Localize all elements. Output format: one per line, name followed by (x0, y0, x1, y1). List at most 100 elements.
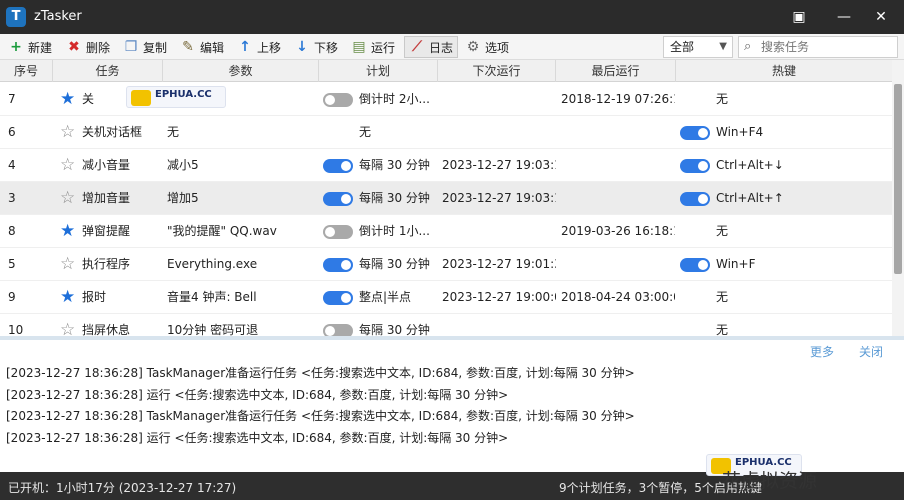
arrow-down-icon: ↓ (296, 39, 308, 55)
column-header-next-run[interactable]: 下次运行 (438, 60, 556, 82)
task-id-cell: 8 (8, 224, 16, 238)
column-header-last-run[interactable]: 最后运行 (556, 60, 676, 82)
copy-button[interactable]: ❐ 复制 (123, 36, 167, 58)
hotkey-cell: 无 (716, 92, 729, 106)
star-icon[interactable]: ★ (60, 91, 75, 108)
vertical-scrollbar[interactable] (892, 60, 904, 336)
plan-cell: 每隔 30 分钟 (359, 158, 430, 172)
plan-toggle[interactable] (323, 192, 353, 206)
star-icon[interactable]: ☆ (60, 256, 75, 273)
new-button[interactable]: + 新建 (8, 36, 52, 58)
column-header-hotkey[interactable]: 热键 (676, 60, 892, 82)
delete-label: 删除 (86, 40, 111, 55)
options-label: 选项 (485, 40, 510, 55)
task-param-cell: 10分钟 密码可退 (167, 323, 259, 336)
edit-button[interactable]: ✎ 编辑 (180, 36, 224, 58)
table-row[interactable]: 8 ★ 弹窗提醒 "我的提醒" QQ.wav 倒计时 1小... 2019-03-26 1… (0, 215, 892, 248)
hotkey-toggle[interactable] (680, 192, 710, 206)
last-run-cell: 2019-03-26 16:18:11 (561, 224, 675, 238)
options-button[interactable]: ⚙ 选项 (465, 36, 509, 58)
plan-toggle[interactable] (323, 291, 353, 305)
column-header-plan[interactable]: 计划 (319, 60, 438, 82)
delete-icon: ✖ (68, 39, 80, 55)
table-row[interactable]: 10 ☆ 挡屏休息 10分钟 密码可退 每隔 30 分钟 无 (0, 314, 892, 336)
task-id-cell: 7 (8, 92, 16, 106)
copy-label: 复制 (143, 40, 168, 55)
copy-icon: ❐ (124, 39, 138, 55)
plan-cell: 每隔 30 分钟 (359, 191, 430, 205)
last-run-cell: 2018-04-24 03:00:00 (561, 290, 675, 304)
table-row[interactable]: 9 ★ 报时 音量4 钟声: Bell 整点|半点 2023-12-27 19:00:00… (0, 281, 892, 314)
minimize-icon[interactable]: — (831, 5, 857, 29)
task-param-cell: "我的提醒" QQ.wav (167, 224, 277, 238)
last-run-cell (561, 149, 675, 182)
column-header-param[interactable]: 参数 (163, 60, 319, 82)
table-row[interactable]: 4 ☆ 减小音量 减小5 每隔 30 分钟 2023-12-27 19:03:19 Ctrl… (0, 149, 892, 182)
task-param-cell: 音量4 钟声: Bell (167, 290, 257, 304)
plan-toggle[interactable] (323, 225, 353, 239)
plan-cell: 每隔 30 分钟 (359, 257, 430, 271)
hotkey-toggle[interactable] (680, 126, 710, 140)
watermark-footer-text: 花虚拟资源 (722, 470, 818, 492)
task-param-cell: 增加5 (167, 191, 199, 205)
task-name-cell: 报时 (82, 290, 107, 304)
task-id-cell: 9 (8, 290, 16, 304)
watermark-badge: EPHUA.CC (126, 86, 226, 108)
task-id-cell: 5 (8, 257, 16, 271)
delete-button[interactable]: ✖ 删除 (66, 36, 110, 58)
column-header-task[interactable]: 任务 (53, 60, 163, 82)
log-more-link[interactable]: 更多 (810, 343, 834, 360)
star-icon[interactable]: ★ (60, 223, 75, 240)
star-icon[interactable]: ★ (60, 289, 75, 306)
filter-value: 全部 (670, 40, 695, 54)
task-name-cell: 挡屏休息 (82, 323, 131, 336)
star-icon[interactable]: ☆ (60, 124, 75, 141)
table-row[interactable]: 3 ☆ 增加音量 增加5 每隔 30 分钟 2023-12-27 19:03:19 Ctrl… (0, 182, 892, 215)
run-button[interactable]: ▤ 运行 (351, 36, 395, 58)
search-box[interactable]: ⌕ (738, 36, 898, 58)
edit-icon: ✎ (182, 39, 194, 55)
log-line: [2023-12-27 18:36:28] TaskManager准备运行任务 … (6, 366, 635, 380)
log-line: [2023-12-27 18:36:28] TaskManager准备运行任务 … (6, 409, 635, 423)
log-panel-header: 更多 关闭 (0, 340, 904, 360)
move-down-button[interactable]: ↓ 下移 (294, 36, 338, 58)
star-icon[interactable]: ☆ (60, 190, 75, 207)
run-label: 运行 (371, 40, 396, 55)
task-name-cell: 执行程序 (82, 257, 131, 271)
move-down-label: 下移 (314, 40, 339, 55)
search-input[interactable] (761, 39, 891, 55)
table-row[interactable]: 5 ☆ 执行程序 Everything.exe 每隔 30 分钟 2023-12-27 1… (0, 248, 892, 281)
next-run-cell (442, 116, 556, 149)
move-up-label: 上移 (257, 40, 282, 55)
hotkey-toggle[interactable] (680, 159, 710, 173)
move-up-button[interactable]: ↑ 上移 (237, 36, 281, 58)
log-button[interactable]: ⟋ 日志 (404, 36, 459, 58)
edit-label: 编辑 (200, 40, 225, 55)
star-icon[interactable]: ☆ (60, 157, 75, 174)
plan-toggle[interactable] (323, 324, 353, 336)
last-run-cell (561, 314, 675, 336)
star-icon[interactable]: ☆ (60, 322, 75, 337)
next-run-cell: 2023-12-27 19:03:19 (442, 191, 556, 205)
hotkey-toggle[interactable] (680, 258, 710, 272)
plan-toggle[interactable] (323, 258, 353, 272)
scrollbar-thumb[interactable] (894, 84, 902, 274)
search-icon: ⌕ (744, 39, 752, 54)
chart-icon: ⟋ (412, 39, 422, 55)
column-header-id[interactable]: 序号 (0, 60, 53, 82)
task-param-cell: 减小5 (167, 158, 199, 172)
restore-icon[interactable]: ▣ (786, 5, 812, 29)
plan-toggle[interactable] (323, 159, 353, 173)
next-run-cell (442, 215, 556, 248)
filter-dropdown[interactable]: 全部 ▼ (663, 36, 733, 58)
task-param-cell: Everything.exe (167, 257, 258, 271)
gear-icon: ⚙ (466, 39, 480, 55)
task-name-cell: 减小音量 (82, 158, 131, 172)
last-run-cell (561, 116, 675, 149)
plan-toggle[interactable] (323, 93, 353, 107)
close-icon[interactable]: ✕ (868, 5, 894, 29)
hotkey-cell: Win+F4 (716, 125, 764, 139)
watermark-logo-icon (131, 90, 151, 106)
table-row[interactable]: 6 ☆ 关机对话框 无 无 Win+F4 (0, 116, 892, 149)
log-close-link[interactable]: 关闭 (859, 343, 883, 360)
